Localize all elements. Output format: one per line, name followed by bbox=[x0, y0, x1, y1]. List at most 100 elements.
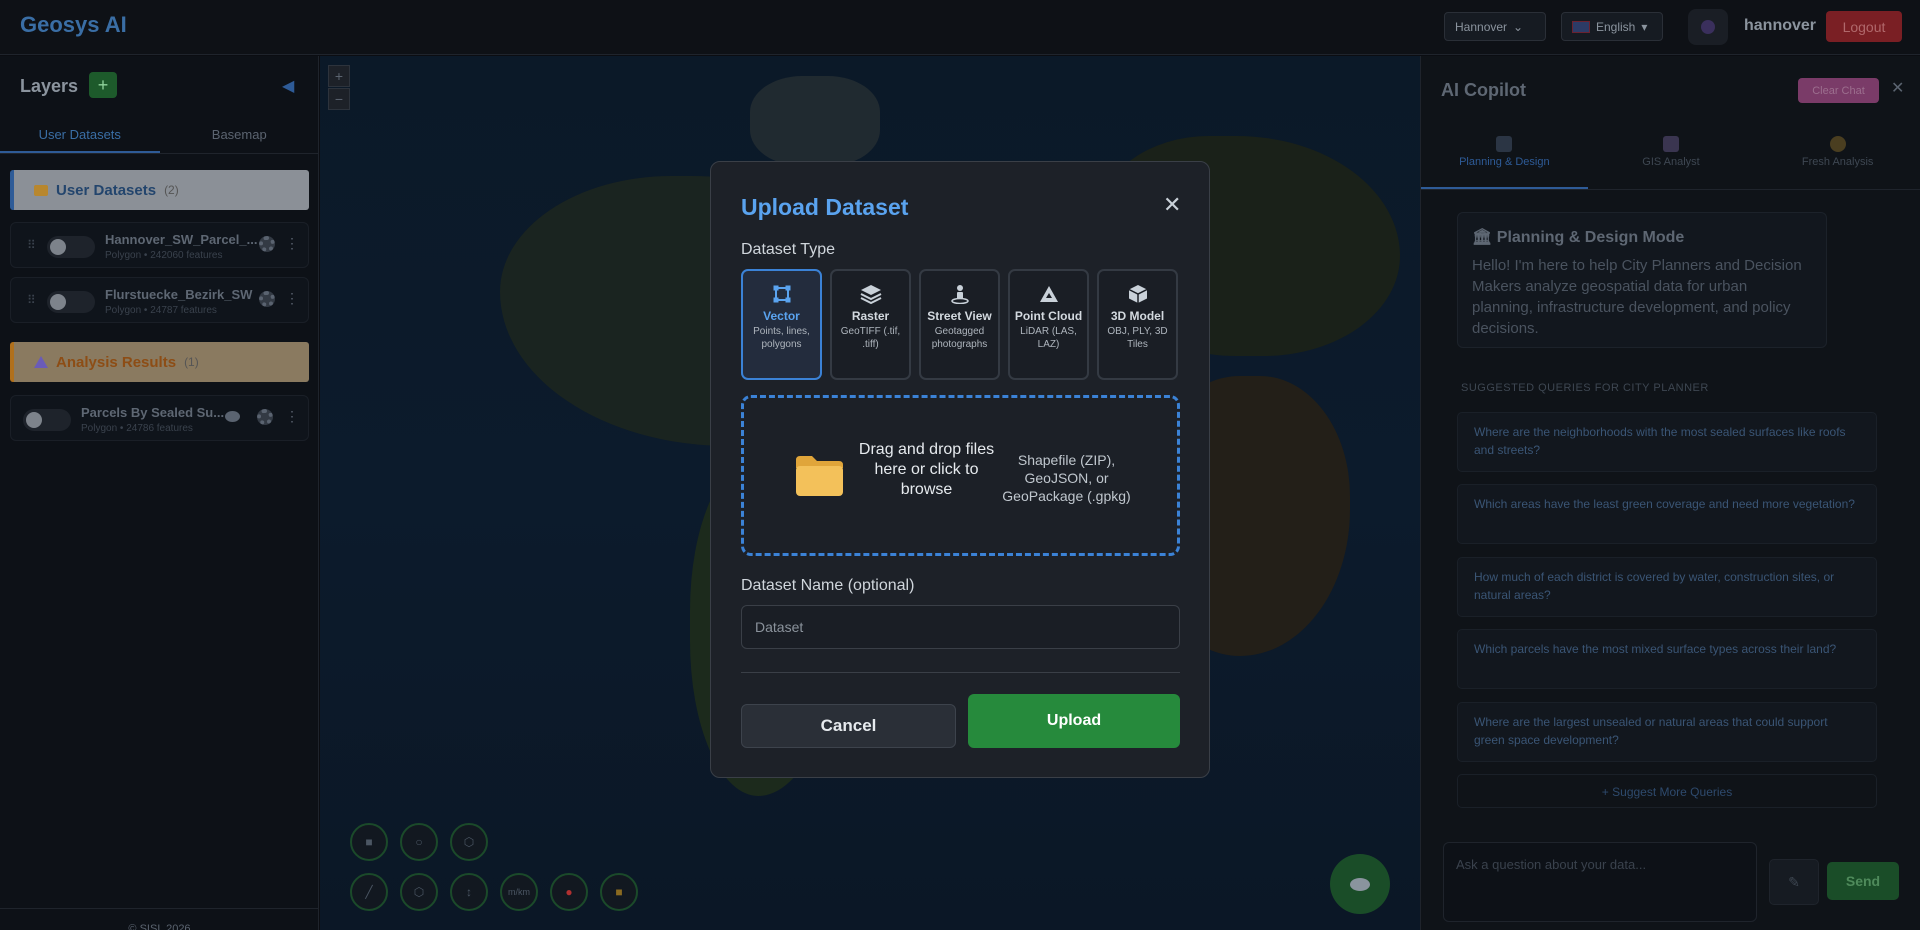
copilot-title: AI Copilot bbox=[1441, 80, 1526, 100]
tab-planning-design[interactable]: Planning & Design bbox=[1421, 124, 1588, 189]
measure-height-button[interactable]: ↕ bbox=[450, 873, 488, 911]
copilot-tabs: Planning & Design GIS Analyst Fresh Anal… bbox=[1421, 124, 1920, 190]
type-name: 3D Model bbox=[1110, 309, 1165, 323]
type-raster-option[interactable]: Raster GeoTIFF (.tif, .tiff) bbox=[830, 269, 911, 380]
chat-toggle-button[interactable] bbox=[1330, 854, 1390, 914]
draw-rectangle-button[interactable]: ■ bbox=[350, 823, 388, 861]
more-options-icon[interactable]: ⋮ bbox=[285, 408, 299, 425]
suggested-query[interactable]: Where are the largest unsealed or natura… bbox=[1457, 702, 1877, 762]
gear-icon[interactable] bbox=[259, 236, 275, 252]
type-name: Raster bbox=[851, 309, 890, 323]
layers-title: Layers bbox=[20, 76, 79, 96]
file-dropzone[interactable]: Drag and drop files here or click to bro… bbox=[741, 395, 1180, 556]
layer-visibility-toggle[interactable] bbox=[47, 236, 95, 258]
hexagon-icon: ⬡ bbox=[463, 835, 475, 849]
type-point-cloud-option[interactable]: Point Cloud LiDAR (LAS, LAZ) bbox=[1008, 269, 1089, 380]
close-icon[interactable]: ✕ bbox=[1163, 192, 1181, 218]
suggested-query[interactable]: Where are the neighborhoods with the mos… bbox=[1457, 412, 1877, 472]
more-options-icon[interactable]: ⋮ bbox=[285, 290, 299, 307]
drag-handle-icon[interactable]: ⠿ bbox=[27, 293, 36, 307]
pen-icon: ✎ bbox=[1788, 873, 1800, 890]
modal-title: Upload Dataset bbox=[741, 194, 909, 220]
close-icon[interactable]: ✕ bbox=[1891, 78, 1904, 98]
logout-button[interactable]: Logout bbox=[1826, 11, 1902, 42]
layer-meta: Polygon • 24787 features bbox=[105, 305, 217, 316]
group-count: (2) bbox=[164, 183, 179, 197]
layers-icon bbox=[860, 283, 882, 305]
more-options-icon[interactable]: ⋮ bbox=[285, 235, 299, 252]
cancel-button[interactable]: Cancel bbox=[741, 704, 956, 748]
language-select-value: English bbox=[1596, 19, 1636, 34]
collapse-panel-icon[interactable]: ◀ bbox=[282, 76, 294, 96]
draw-polygon-button[interactable]: ⬡ bbox=[450, 823, 488, 861]
type-3d-model-option[interactable]: 3D Model OBJ, PLY, 3D Tiles bbox=[1097, 269, 1178, 380]
analysis-icon bbox=[34, 356, 48, 368]
folder-icon: ■ bbox=[615, 885, 623, 899]
tab-gis-analyst[interactable]: GIS Analyst bbox=[1588, 124, 1755, 189]
drag-handle-icon[interactable]: ⠿ bbox=[27, 238, 36, 252]
add-layer-button[interactable]: + bbox=[89, 72, 117, 98]
zoom-in-button[interactable]: + bbox=[328, 65, 350, 87]
city-select[interactable]: Hannover ⌄ bbox=[1444, 12, 1546, 41]
chevron-down-icon: ⌄ bbox=[1513, 19, 1524, 34]
vector-icon bbox=[771, 283, 793, 305]
group-count: (1) bbox=[184, 355, 199, 369]
layer-name: Hannover_SW_Parcel_... bbox=[105, 232, 258, 247]
chat-bubble-icon bbox=[1350, 877, 1370, 891]
gear-icon[interactable] bbox=[257, 409, 273, 425]
layer-name: Parcels By Sealed Su... bbox=[81, 405, 225, 420]
layer-row[interactable]: ⠿ Hannover_SW_Parcel_... Polygon • 24206… bbox=[10, 222, 309, 268]
mode-description: Hello! I'm here to help City Planners an… bbox=[1472, 257, 1802, 337]
layer-visibility-toggle[interactable] bbox=[23, 409, 71, 431]
tab-label: Fresh Analysis bbox=[1801, 156, 1874, 168]
group-title: Analysis Results bbox=[56, 353, 177, 371]
top-bar: Geosys AI Hannover ⌄ English ▾ hannover … bbox=[0, 0, 1920, 55]
measure-button[interactable]: ╱ bbox=[350, 873, 388, 911]
app-brand: Geosys AI bbox=[20, 12, 127, 37]
tab-basemap[interactable]: Basemap bbox=[160, 118, 320, 153]
tab-user-datasets[interactable]: User Datasets bbox=[0, 118, 160, 153]
gear-icon[interactable] bbox=[259, 291, 275, 307]
measure-area-button[interactable]: ⬡ bbox=[400, 873, 438, 911]
cube-icon bbox=[1127, 283, 1149, 305]
suggest-more-queries-button[interactable]: + Suggest More Queries bbox=[1457, 774, 1877, 808]
suggested-query[interactable]: Which areas have the least green coverag… bbox=[1457, 484, 1877, 544]
type-street-view-option[interactable]: Street View Geotagged photographs bbox=[919, 269, 1000, 380]
chat-icon[interactable] bbox=[225, 411, 240, 422]
type-vector-option[interactable]: Vector Points, lines, polygons bbox=[741, 269, 822, 380]
layer-row[interactable]: ⠿ Flurstuecke_Bezirk_SW Polygon • 24787 … bbox=[10, 277, 309, 323]
suggested-query[interactable]: How much of each district is covered by … bbox=[1457, 557, 1877, 617]
dataset-name-input[interactable] bbox=[741, 605, 1180, 649]
pen-button[interactable]: ✎ bbox=[1769, 859, 1819, 905]
place-marker-button[interactable]: ● bbox=[550, 873, 588, 911]
zoom-out-button[interactable]: − bbox=[328, 88, 350, 110]
bar-chart-icon bbox=[1663, 136, 1679, 152]
tab-label: Planning & Design bbox=[1459, 156, 1550, 168]
uk-flag-icon bbox=[1572, 20, 1590, 33]
unit-toggle-button[interactable]: m/km bbox=[500, 873, 538, 911]
group-analysis-results[interactable]: Analysis Results (1) bbox=[10, 342, 309, 382]
tab-fresh-analysis[interactable]: Fresh Analysis bbox=[1754, 124, 1920, 189]
group-user-datasets[interactable]: User Datasets (2) bbox=[10, 170, 309, 210]
draw-circle-button[interactable]: ○ bbox=[400, 823, 438, 861]
export-button[interactable]: ■ bbox=[600, 873, 638, 911]
layer-meta: Polygon • 24786 features bbox=[81, 423, 193, 434]
suggested-query[interactable]: Which parcels have the most mixed surfac… bbox=[1457, 629, 1877, 689]
city-select-value: Hannover bbox=[1455, 19, 1508, 34]
mode-title-text: Planning & Design Mode bbox=[1496, 229, 1685, 246]
send-button[interactable]: Send bbox=[1827, 862, 1899, 900]
clear-chat-button[interactable]: Clear Chat bbox=[1798, 78, 1879, 103]
dropzone-formats: Shapefile (ZIP), GeoJSON, or GeoPackage … bbox=[1002, 452, 1131, 504]
language-select[interactable]: English ▾ bbox=[1561, 12, 1663, 41]
user-icon bbox=[1701, 20, 1715, 34]
street-view-icon bbox=[949, 283, 971, 305]
chat-input[interactable]: Ask a question about your data... bbox=[1443, 842, 1757, 922]
folder-icon bbox=[34, 184, 48, 196]
circle-icon: ○ bbox=[415, 835, 423, 849]
layer-row[interactable]: Parcels By Sealed Su... Polygon • 24786 … bbox=[10, 395, 309, 441]
layer-visibility-toggle[interactable] bbox=[47, 291, 95, 313]
avatar[interactable] bbox=[1688, 9, 1728, 45]
suggestions-heading: SUGGESTED QUERIES FOR CITY PLANNER bbox=[1461, 382, 1709, 394]
dataset-type-label: Dataset Type bbox=[741, 241, 835, 258]
upload-button[interactable]: Upload bbox=[968, 694, 1180, 748]
